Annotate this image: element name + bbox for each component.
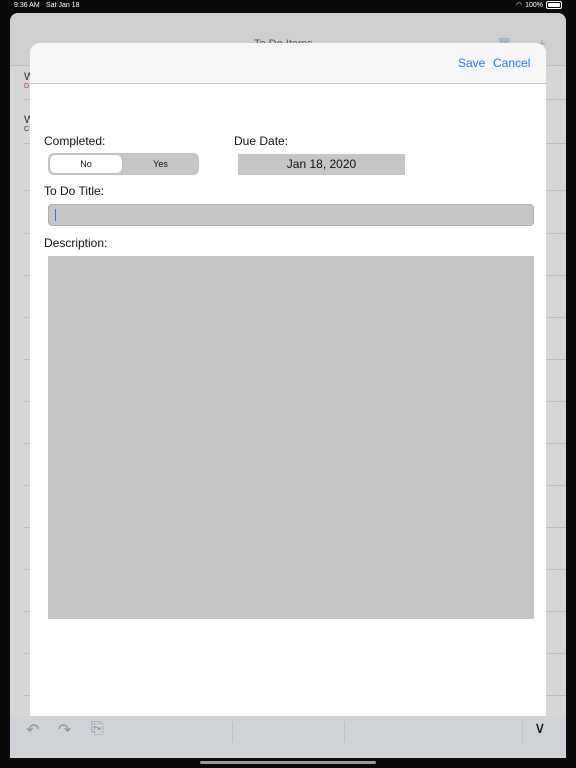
paste-icon[interactable]: ⎘ (91, 720, 104, 738)
completed-option-yes[interactable]: Yes (124, 155, 197, 173)
wifi-icon: ◠ (515, 2, 523, 9)
status-time: 9:36 AM (14, 2, 40, 9)
text-caret (55, 209, 56, 221)
chevron-down-icon[interactable]: ∨ (534, 718, 546, 738)
save-button[interactable]: Save (458, 56, 485, 70)
completed-label: Completed: (44, 134, 106, 148)
edit-todo-modal: Save Cancel Completed: No Yes Due Date: … (30, 43, 546, 716)
cancel-button[interactable]: Cancel (493, 56, 530, 70)
description-textarea[interactable] (48, 256, 534, 619)
status-date: Sat Jan 18 (46, 2, 80, 9)
toolbar-separator (344, 722, 345, 742)
due-date-label: Due Date: (234, 134, 289, 148)
battery-percent: 100% (525, 1, 543, 9)
title-input[interactable] (48, 204, 534, 226)
title-label: To Do Title: (44, 184, 105, 198)
modal-nav-bar: Save Cancel (30, 43, 546, 84)
due-date-picker[interactable]: Jan 18, 2020 (238, 154, 405, 175)
battery-icon (546, 1, 562, 9)
completed-segmented-control: No Yes (48, 153, 199, 175)
toolbar-separator (522, 718, 523, 746)
status-bar: 9:36 AM Sat Jan 18 ◠ 100% (0, 0, 576, 13)
status-right: ◠ 100% (516, 1, 562, 9)
completed-option-no[interactable]: No (50, 155, 122, 173)
undo-icon[interactable]: ↶ (26, 720, 39, 740)
redo-icon[interactable]: ↷ (58, 720, 71, 740)
toolbar-separator (232, 722, 233, 742)
description-label: Description: (44, 236, 108, 250)
home-indicator (200, 761, 376, 764)
keyboard-toolbar: ↶ ↷ ⎘ ∨ (10, 716, 566, 756)
